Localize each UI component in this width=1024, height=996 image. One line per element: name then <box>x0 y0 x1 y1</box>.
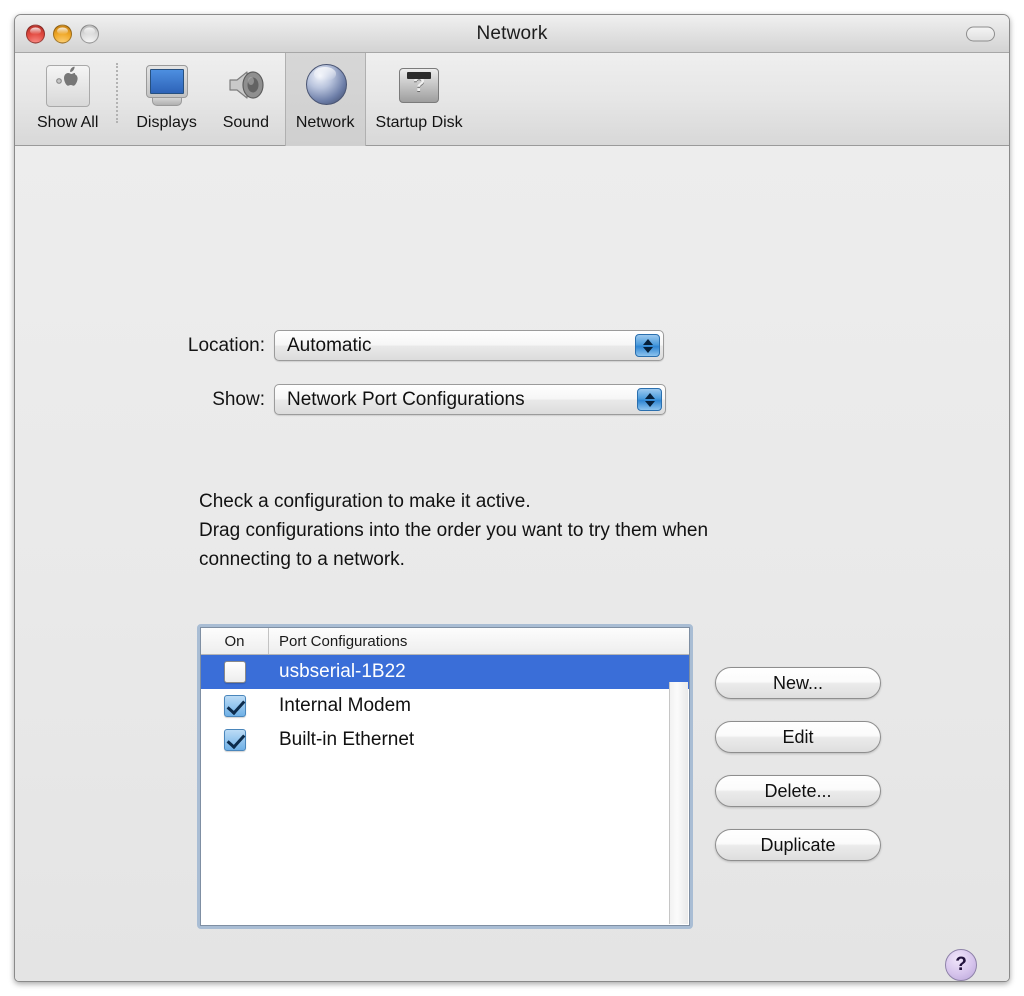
new-button[interactable]: New... <box>715 667 881 699</box>
column-header-on: On <box>201 628 269 654</box>
location-value: Automatic <box>287 334 372 356</box>
show-value: Network Port Configurations <box>287 388 525 410</box>
location-label: Location: <box>187 334 265 356</box>
location-row: Location: Automatic <box>155 330 664 361</box>
toolbar-toggle-button[interactable] <box>966 26 995 41</box>
toolbar-item-sound[interactable]: Sound <box>207 53 285 146</box>
duplicate-button[interactable]: Duplicate <box>715 829 881 861</box>
window-title: Network <box>476 22 548 44</box>
list-scrollbar[interactable] <box>669 682 688 924</box>
table-row[interactable]: Internal Modem <box>201 689 689 723</box>
chevron-updown-icon <box>635 334 660 357</box>
location-popup-button[interactable]: Automatic <box>274 330 664 361</box>
displays-icon <box>143 61 191 109</box>
port-name: Built-in Ethernet <box>279 729 415 750</box>
port-configurations-list[interactable]: On Port Configurations usbserial-1B22 In… <box>197 624 693 929</box>
toolbar-item-label: Sound <box>222 114 269 131</box>
table-header-row: On Port Configurations <box>201 628 689 655</box>
toolbar-item-startup-disk[interactable]: ? Startup Disk <box>366 53 473 146</box>
help-button[interactable]: ? <box>945 949 977 981</box>
row-checkbox-cell <box>201 729 269 751</box>
minimize-button[interactable] <box>53 24 72 43</box>
table-row[interactable]: Built-in Ethernet <box>201 723 689 757</box>
toolbar-item-show-all[interactable]: Show All <box>27 53 108 146</box>
chevron-updown-icon <box>637 388 662 411</box>
toolbar-item-label: Network <box>295 114 355 131</box>
startup-disk-icon: ? <box>395 61 443 109</box>
toolbar-item-displays[interactable]: Displays <box>126 53 206 146</box>
show-popup-button[interactable]: Network Port Configurations <box>274 384 666 415</box>
table-row[interactable]: usbserial-1B22 <box>201 655 689 689</box>
row-checkbox-cell <box>201 695 269 717</box>
port-name: Internal Modem <box>279 695 412 716</box>
toolbar-item-label: Startup Disk <box>375 114 463 131</box>
window-controls <box>26 24 99 43</box>
preference-pane-content: Location: Automatic Show: Network Port C… <box>15 146 1009 981</box>
toolbar-item-network[interactable]: Network <box>284 53 366 146</box>
instructions-text: Check a configuration to make it active.… <box>199 487 879 574</box>
instruction-line-1: Check a configuration to make it active. <box>199 491 531 512</box>
network-globe-icon <box>301 61 349 109</box>
toolbar-item-label: Displays <box>136 114 197 131</box>
table-body: usbserial-1B22 Internal Modem Built-in E… <box>201 655 689 925</box>
system-preferences-window: Network Show All Displays Sound Network … <box>14 14 1010 982</box>
toolbar-separator <box>116 63 119 123</box>
port-name: usbserial-1B22 <box>279 661 406 682</box>
column-header-port-configurations: Port Configurations <box>279 632 408 650</box>
port-enabled-checkbox[interactable] <box>224 729 246 751</box>
title-bar: Network <box>15 15 1009 53</box>
zoom-button[interactable] <box>80 24 99 43</box>
preferences-toolbar: Show All Displays Sound Network ? Startu… <box>15 53 1009 146</box>
instruction-line-2: Drag configurations into the order you w… <box>199 520 709 541</box>
sound-icon <box>222 61 270 109</box>
row-checkbox-cell <box>201 661 269 683</box>
close-button[interactable] <box>26 24 45 43</box>
delete-button[interactable]: Delete... <box>715 775 881 807</box>
instruction-line-3: connecting to a network. <box>199 549 405 570</box>
toolbar-item-label: Show All <box>37 114 99 131</box>
edit-button[interactable]: Edit <box>715 721 881 753</box>
show-row: Show: Network Port Configurations <box>155 384 666 415</box>
show-label: Show: <box>212 388 265 410</box>
show-all-icon <box>44 61 92 109</box>
port-enabled-checkbox[interactable] <box>224 695 246 717</box>
port-enabled-checkbox[interactable] <box>224 661 246 683</box>
